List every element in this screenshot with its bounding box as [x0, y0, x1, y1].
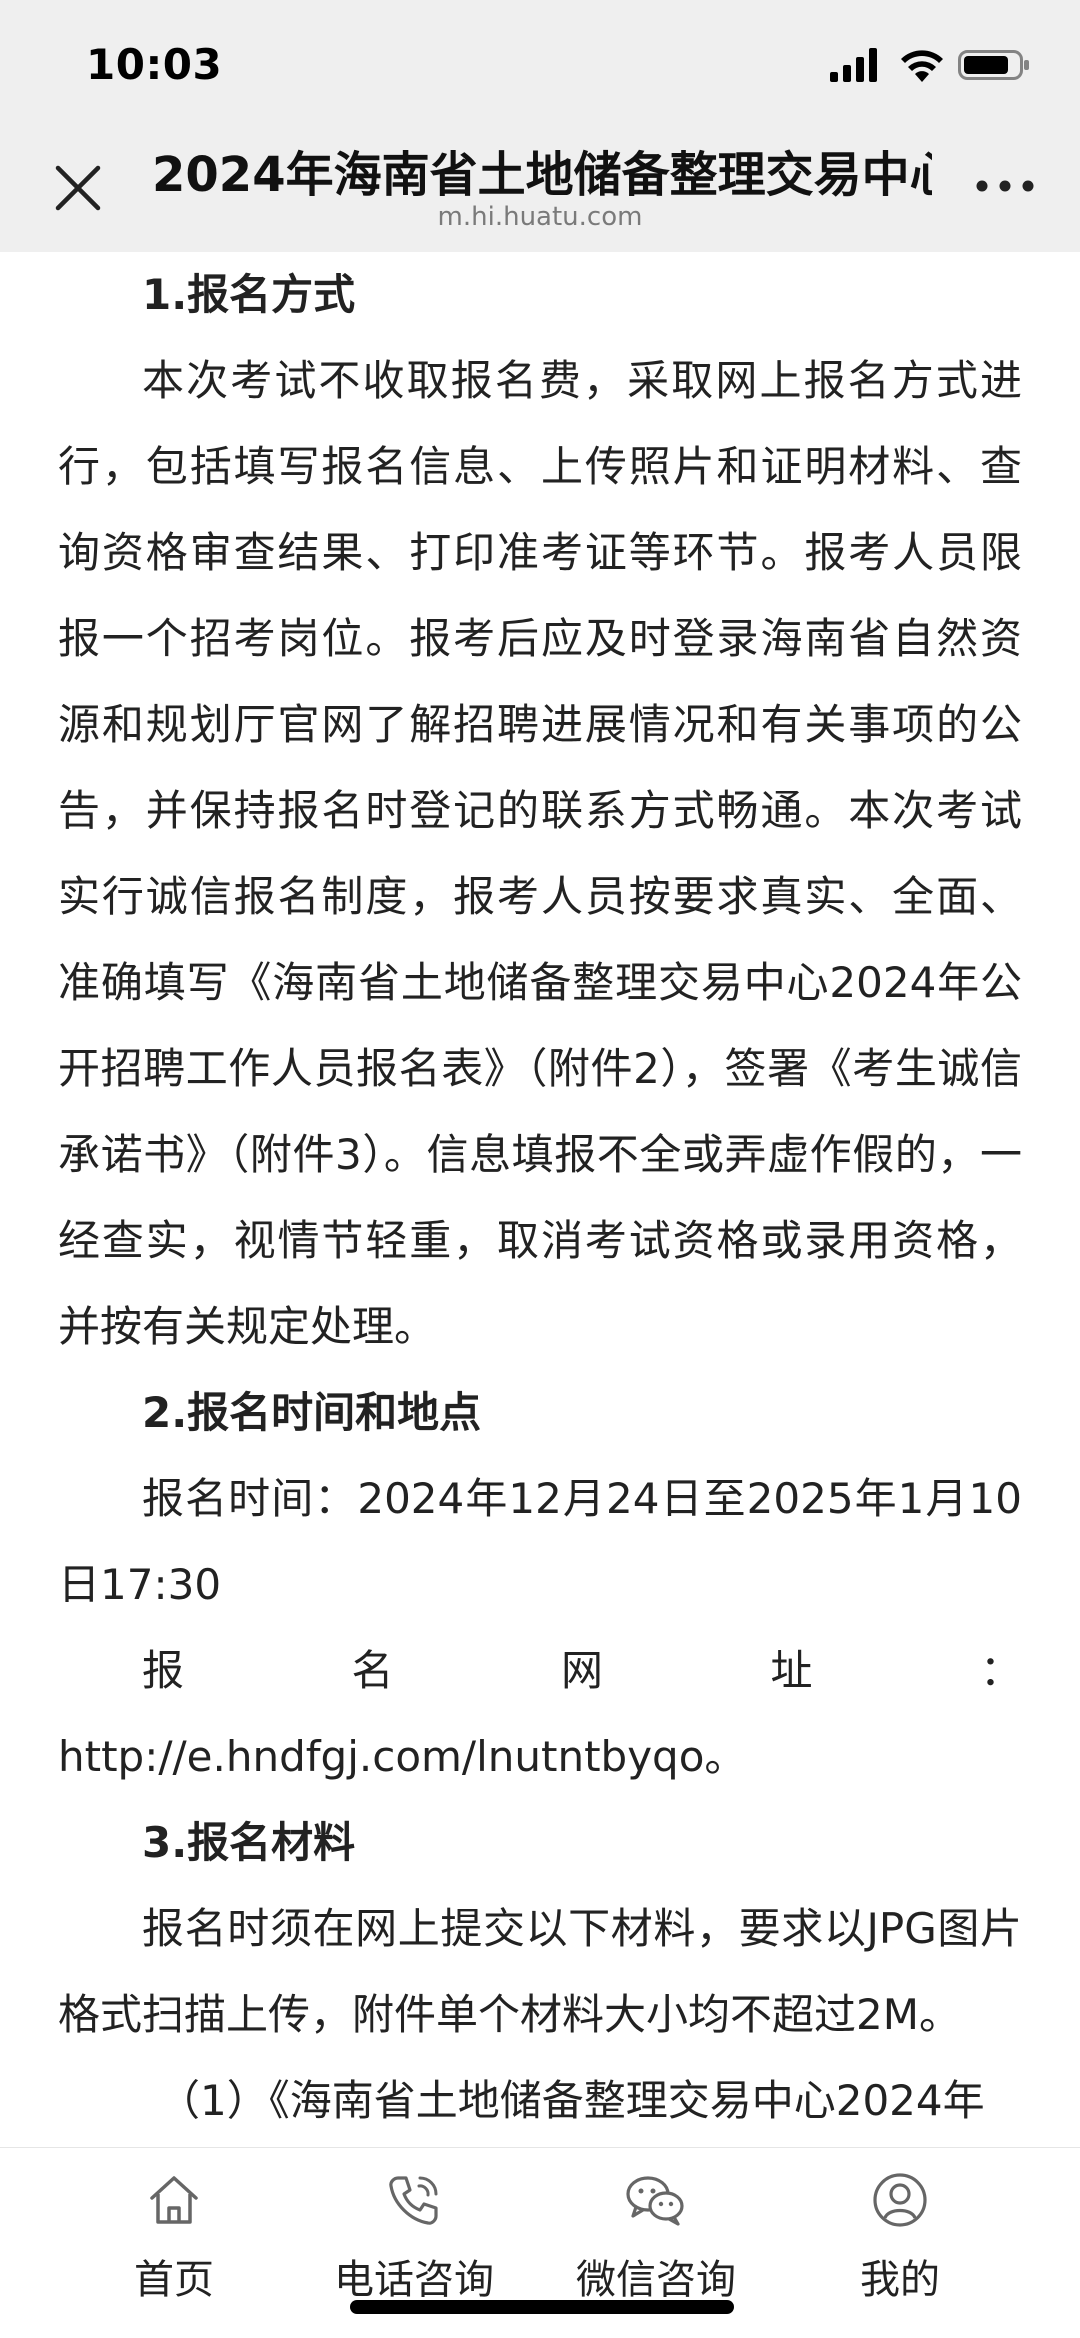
wifi-icon [901, 50, 943, 82]
home-indicator[interactable] [350, 2300, 734, 2314]
top-bar: 10:03 2024年海南省土地储备整理交易中心 m.hi.huatu.com [0, 0, 1080, 252]
home-icon [150, 2176, 198, 2224]
page-url: m.hi.huatu.com [437, 202, 643, 232]
tab-home[interactable]: 首页 [54, 2170, 294, 2320]
phone-icon [389, 2176, 438, 2225]
status-time: 10:03 [86, 40, 223, 89]
tab-phone[interactable]: 电话咨询 [294, 2170, 534, 2320]
paragraph: 本次考试不收取报名费，采取网上报名方式进行，包括填写报名信息、上传照片和证明材料… [58, 356, 1022, 1351]
more-button[interactable] [970, 168, 1040, 204]
signal-icon [830, 48, 877, 82]
tab-label: 电话咨询 [334, 2257, 494, 2303]
user-icon [873, 2173, 927, 2227]
tab-wechat[interactable]: 微信咨询 [536, 2170, 776, 2320]
page-title: 2024年海南省土地储备整理交易中心 [152, 147, 932, 203]
wechat-icon [626, 2176, 684, 2226]
tab-label: 微信咨询 [576, 2257, 736, 2303]
section-heading: 2.报名时间和地点 [142, 1388, 482, 1437]
paragraph: 报名时间：2024年12月24日至2025年1月10日17:30 [58, 1474, 1022, 1609]
section-heading: 3.报名材料 [142, 1818, 356, 1867]
paragraph: 报名时须在网上提交以下材料，要求以JPG图片格式扫描上传，附件单个材料大小均不超… [58, 1904, 1022, 2039]
paragraph: 报名网址：http://e.hndfgj.com/lnutntbyqo。 [58, 1646, 1022, 1781]
tab-mine[interactable]: 我的 [780, 2170, 1020, 2320]
article-content: 1.报名方式 本次考试不收取报名费，采取网上报名方式进行，包括填写报名信息、上传… [58, 252, 1022, 2147]
tab-label: 首页 [134, 2257, 214, 2303]
battery-icon [958, 50, 1029, 80]
section-heading: 1.报名方式 [142, 270, 356, 319]
more-icon [976, 180, 1034, 192]
list-item: （1）《海南省土地储备整理交易中心2024年 [158, 2076, 985, 2125]
tab-label: 我的 [860, 2257, 940, 2303]
